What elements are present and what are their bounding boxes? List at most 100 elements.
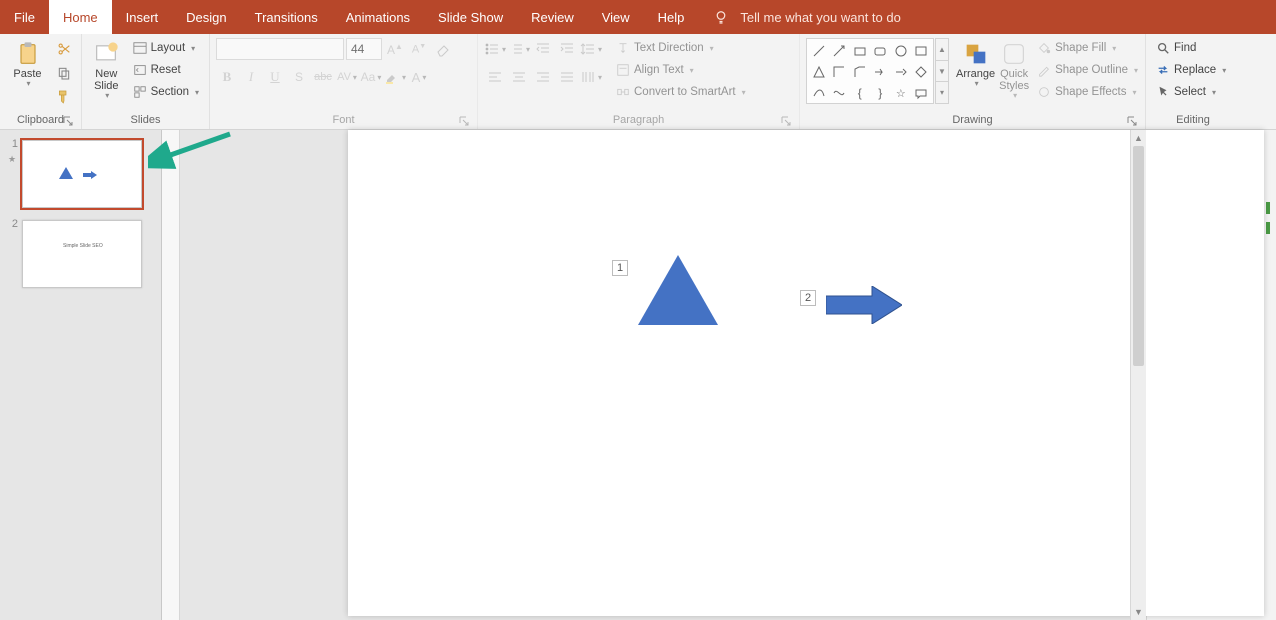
paste-label: Paste [13, 68, 41, 80]
tab-file[interactable]: File [0, 0, 49, 34]
strikethrough-button[interactable]: abc [312, 66, 334, 88]
clipboard-icon [14, 40, 42, 68]
cursor-icon [1156, 85, 1170, 99]
group-clipboard: Paste Clipboard [0, 34, 82, 129]
thumbnail-number: 1 [6, 138, 18, 150]
group-label-clipboard: Clipboard [6, 112, 75, 129]
dialog-launcher-icon[interactable] [459, 116, 469, 126]
tab-animations[interactable]: Animations [332, 0, 424, 34]
reset-button[interactable]: Reset [129, 60, 203, 80]
decrease-font-button[interactable]: A▼ [408, 38, 430, 60]
workspace: 1 ★ 2 Simple Slide SEO 1 2 ▲ [0, 130, 1276, 620]
search-icon [1156, 41, 1170, 55]
new-slide-icon [92, 40, 120, 68]
gallery-more-button[interactable]: ▾ [936, 82, 948, 103]
shapes-gallery[interactable]: { } ☆ ▲ ▼ ▾ [806, 38, 934, 104]
group-label-drawing: Drawing [806, 112, 1139, 129]
line-spacing-button[interactable] [580, 38, 602, 60]
convert-smartart-button[interactable]: Convert to SmartArt [612, 82, 750, 102]
dialog-launcher-icon[interactable] [1127, 116, 1137, 126]
layout-button[interactable]: Layout [129, 38, 203, 58]
scroll-down-button[interactable]: ▼ [1131, 604, 1146, 620]
dialog-launcher-icon[interactable] [781, 116, 791, 126]
slide-canvas[interactable]: 1 2 [348, 130, 1264, 616]
columns-button[interactable] [580, 66, 602, 88]
scroll-thumb[interactable] [1133, 146, 1144, 366]
select-button[interactable]: Select [1152, 82, 1230, 102]
section-button[interactable]: Section [129, 82, 203, 102]
justify-icon [559, 69, 575, 85]
replace-button[interactable]: Replace [1152, 60, 1230, 80]
justify-button[interactable] [556, 66, 578, 88]
tab-review[interactable]: Review [517, 0, 588, 34]
shape-effects-button[interactable]: Shape Effects [1033, 82, 1142, 102]
tell-me-search[interactable]: Tell me what you want to do [698, 0, 914, 34]
text-direction-button[interactable]: Text Direction [612, 38, 750, 58]
thumbnail-2-text: Simple Slide SEO [63, 243, 103, 249]
font-name-input[interactable] [216, 38, 344, 60]
group-editing: Find Replace Select Editing [1146, 34, 1240, 129]
font-color-button[interactable]: A [408, 66, 430, 88]
smartart-icon [616, 85, 630, 99]
gallery-up-button[interactable]: ▲ [936, 39, 948, 61]
bullets-icon [484, 41, 500, 57]
change-case-button[interactable]: Aa [360, 66, 382, 88]
bold-button[interactable]: B [216, 66, 238, 88]
increase-indent-button[interactable] [556, 38, 578, 60]
shape-fill-button[interactable]: Shape Fill [1033, 38, 1142, 58]
align-text-button[interactable]: Align Text [612, 60, 750, 80]
highlight-icon [384, 69, 400, 85]
columns-icon [580, 69, 596, 85]
bullets-button[interactable] [484, 38, 506, 60]
scroll-up-button[interactable]: ▲ [1131, 130, 1146, 146]
increase-font-button[interactable]: A▲ [384, 38, 406, 60]
outdent-icon [535, 41, 551, 57]
tab-design[interactable]: Design [172, 0, 240, 34]
shape-right-arrow[interactable] [826, 286, 902, 324]
tab-home[interactable]: Home [49, 0, 112, 34]
quick-styles-button[interactable]: Quick Styles [999, 38, 1029, 101]
thumbnail-2[interactable]: 2 Simple Slide SEO [8, 220, 161, 288]
group-label-paragraph: Paragraph [484, 112, 793, 129]
decrease-indent-button[interactable] [532, 38, 554, 60]
italic-button[interactable]: I [240, 66, 262, 88]
cut-button[interactable] [53, 38, 75, 60]
align-center-button[interactable] [508, 66, 530, 88]
tab-transitions[interactable]: Transitions [241, 0, 332, 34]
ribbon: Paste Clipboard New Slide Layout Reset S… [0, 34, 1276, 130]
shadow-button[interactable]: S [288, 66, 310, 88]
highlight-button[interactable] [384, 66, 406, 88]
paste-button[interactable]: Paste [6, 38, 49, 89]
new-slide-button[interactable]: New Slide [88, 38, 125, 101]
align-right-button[interactable] [532, 66, 554, 88]
arrange-button[interactable]: Arrange [956, 38, 995, 89]
tab-insert[interactable]: Insert [112, 0, 173, 34]
copy-button[interactable] [53, 62, 75, 84]
gallery-down-button[interactable]: ▼ [936, 61, 948, 83]
char-spacing-button[interactable]: AV [336, 66, 358, 88]
animation-tag-2[interactable]: 2 [800, 290, 816, 306]
reset-icon [133, 63, 147, 77]
shape-outline-button[interactable]: Shape Outline [1033, 60, 1142, 80]
group-label-editing: Editing [1152, 112, 1234, 129]
vertical-scrollbar[interactable]: ▲ ▼ [1130, 130, 1146, 620]
tab-slideshow[interactable]: Slide Show [424, 0, 517, 34]
align-left-button[interactable] [484, 66, 506, 88]
bucket-icon [1037, 41, 1051, 55]
tab-view[interactable]: View [588, 0, 644, 34]
section-icon [133, 85, 147, 99]
format-painter-button[interactable] [53, 86, 75, 108]
find-button[interactable]: Find [1152, 38, 1230, 58]
shape-triangle[interactable] [638, 255, 718, 325]
clear-formatting-button[interactable] [432, 38, 454, 60]
thumbnail-panel: 1 ★ 2 Simple Slide SEO [0, 130, 162, 620]
underline-button[interactable]: U [264, 66, 286, 88]
tab-help[interactable]: Help [644, 0, 699, 34]
arrange-icon [962, 40, 990, 68]
numbering-button[interactable] [508, 38, 530, 60]
thumbnail-1[interactable]: 1 ★ [8, 140, 161, 208]
dialog-launcher-icon[interactable] [63, 116, 73, 126]
animation-tag-1[interactable]: 1 [612, 260, 628, 276]
font-size-input[interactable] [346, 38, 382, 60]
thumbnail-number: 2 [6, 218, 18, 230]
